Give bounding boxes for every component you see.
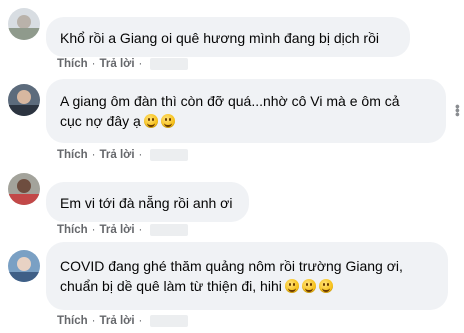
comment-actions: Thích · Trả lời · xyxy=(57,315,189,327)
emoji-group xyxy=(282,278,333,294)
separator: · xyxy=(138,149,143,161)
avatar-icon[interactable] xyxy=(8,173,40,205)
comment-bubble: COVID đang ghé thăm quảng nôm rồi trường… xyxy=(46,242,448,310)
grinning-face-emoji-icon xyxy=(301,279,316,293)
grinning-face-emoji-icon xyxy=(318,279,333,293)
timestamp[interactable] xyxy=(150,58,189,70)
separator: · xyxy=(138,224,143,236)
more-options-icon[interactable]: ••• xyxy=(450,104,464,116)
grinning-face-emoji-icon xyxy=(160,114,175,128)
emoji-group xyxy=(141,113,175,129)
grinning-face-emoji-icon xyxy=(284,279,299,293)
like-link[interactable]: Thích xyxy=(57,315,88,327)
timestamp[interactable] xyxy=(150,149,189,161)
comment-text: COVID đang ghé thăm quảng nôm rồi trường… xyxy=(60,258,403,294)
comment-actions: Thích · Trả lời · xyxy=(57,224,189,236)
comment-text: Em vi tới đà nẵng rồi anh ơi xyxy=(60,195,233,211)
avatar-icon[interactable] xyxy=(8,250,40,282)
separator: · xyxy=(138,58,143,70)
reply-link[interactable]: Trả lời xyxy=(100,224,135,236)
comment-bubble: Khổ rồi a Giang oi quê hương mình đang b… xyxy=(46,17,410,57)
like-link[interactable]: Thích xyxy=(57,58,88,70)
reply-link[interactable]: Trả lời xyxy=(100,58,135,70)
avatar-icon[interactable] xyxy=(8,84,40,116)
separator: · xyxy=(138,315,143,327)
timestamp[interactable] xyxy=(150,315,189,327)
avatar-icon[interactable] xyxy=(8,8,40,40)
comment-bubble: Em vi tới đà nẵng rồi anh ơi xyxy=(46,182,249,222)
separator: · xyxy=(91,315,96,327)
comment-text: A giang ôm đàn thì còn đỡ quá...nhờ cô V… xyxy=(60,93,400,129)
separator: · xyxy=(91,149,96,161)
comment-actions: Thích · Trả lời · xyxy=(57,149,189,161)
grinning-face-emoji-icon xyxy=(143,114,158,128)
like-link[interactable]: Thích xyxy=(57,224,88,236)
comment-bubble: A giang ôm đàn thì còn đỡ quá...nhờ cô V… xyxy=(46,79,446,143)
comment-text: Khổ rồi a Giang oi quê hương mình đang b… xyxy=(60,30,379,46)
timestamp[interactable] xyxy=(150,224,189,236)
reply-link[interactable]: Trả lời xyxy=(100,315,135,327)
separator: · xyxy=(91,58,96,70)
separator: · xyxy=(91,224,96,236)
reply-link[interactable]: Trả lời xyxy=(100,149,135,161)
comment-actions: Thích · Trả lời · xyxy=(57,58,189,70)
like-link[interactable]: Thích xyxy=(57,149,88,161)
